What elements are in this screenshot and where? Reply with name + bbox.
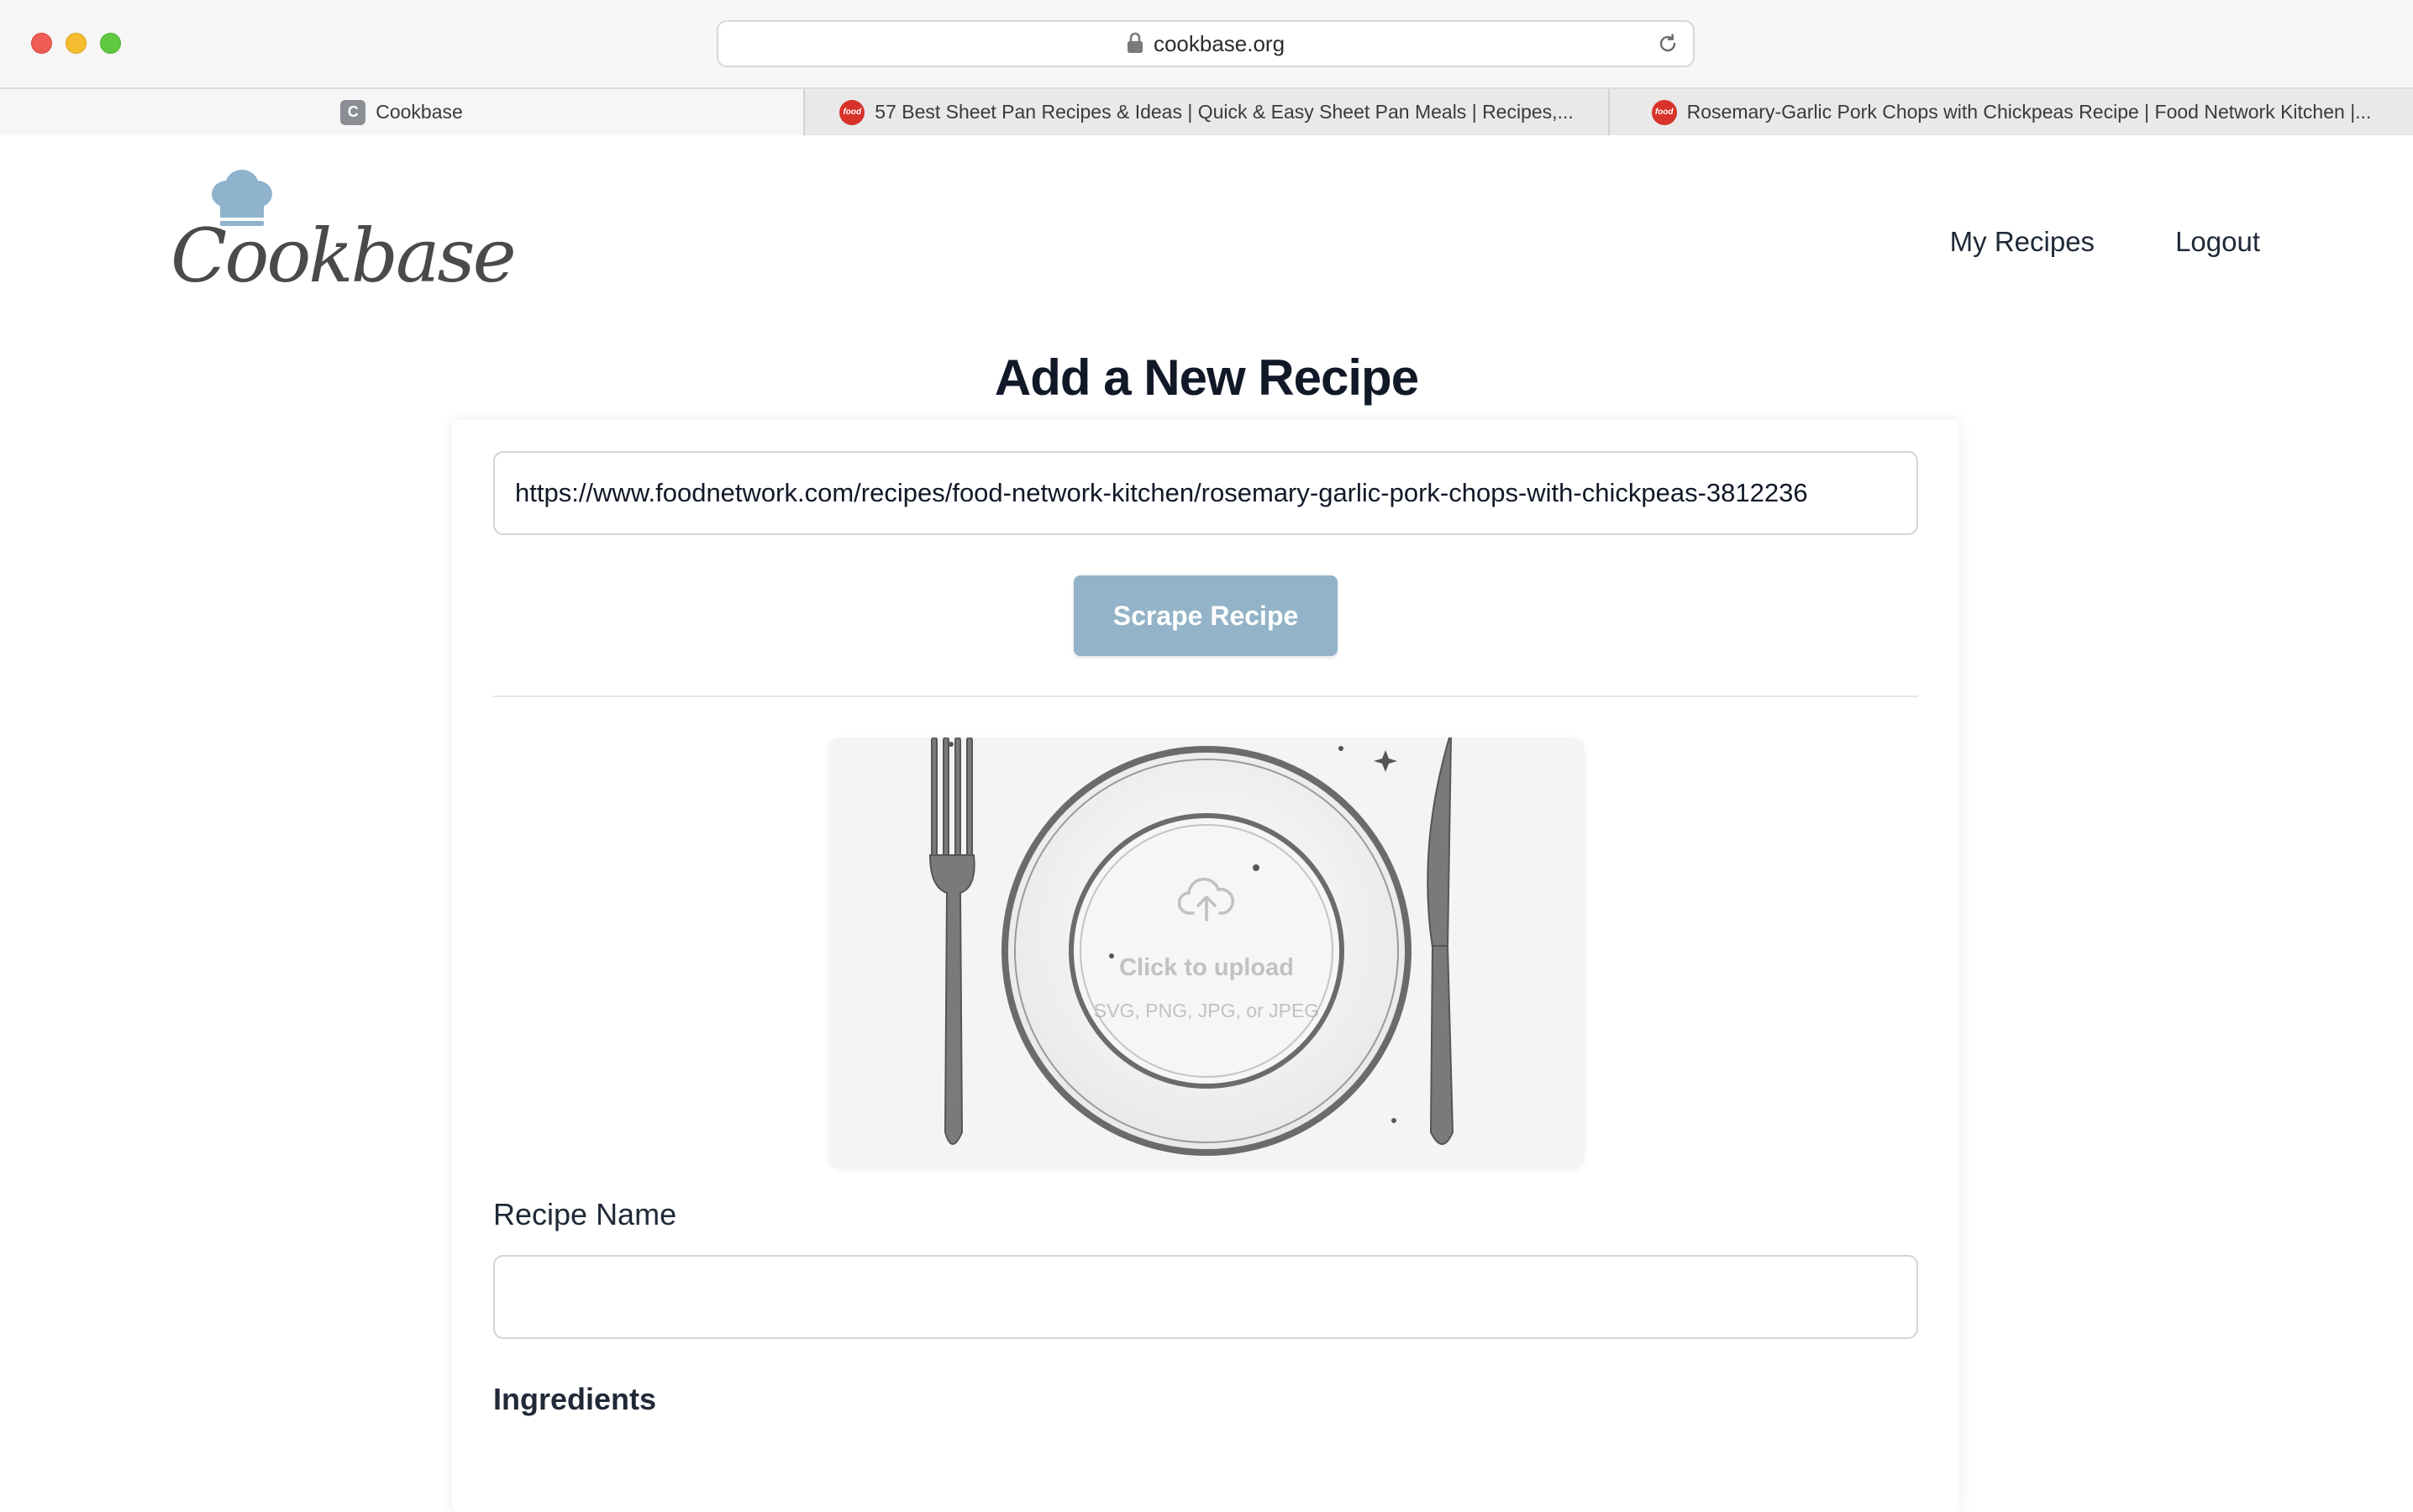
divider (493, 696, 1918, 697)
address-bar[interactable]: cookbase.org (717, 20, 1695, 67)
recipe-form-card: Scrape Recipe (452, 420, 1959, 1512)
upload-title: Click to upload (1119, 954, 1294, 981)
food-network-favicon-icon: food (1651, 99, 1677, 125)
ingredients-heading: Ingredients (493, 1382, 657, 1416)
image-upload-dropzone[interactable]: Click to upload SVG, PNG, JPG, or JPEG (829, 738, 1584, 1168)
address-text: cookbase.org (1153, 30, 1285, 56)
plate-and-cutlery-illustration (928, 738, 1454, 1156)
cookbase-favicon-icon: C (340, 99, 366, 125)
logo-wordmark: Cookbase (171, 213, 517, 299)
site-header: Cookbase My Recipes Logout (0, 135, 2413, 328)
tab-bar: C Cookbase food 57 Best Sheet Pan Recipe… (0, 87, 2413, 135)
recipe-name-label: Recipe Name (493, 1197, 677, 1231)
window-controls (31, 33, 121, 54)
tab-label: Rosemary-Garlic Pork Chops with Chickpea… (1686, 101, 2372, 123)
upload-file-types: SVG, PNG, JPG, or JPEG (1093, 1000, 1320, 1021)
tab-label: Cookbase (376, 101, 463, 123)
minimize-window-button[interactable] (66, 33, 87, 54)
cloud-upload-icon (1178, 877, 1234, 921)
tab-cookbase[interactable]: C Cookbase (0, 89, 803, 135)
close-window-button[interactable] (31, 33, 52, 54)
tab-pork-chops-recipe[interactable]: food Rosemary-Garlic Pork Chops with Chi… (1608, 89, 2413, 135)
main-nav: My Recipes Logout (1950, 226, 2260, 258)
tab-sheet-pan-recipes[interactable]: food 57 Best Sheet Pan Recipes & Ideas |… (803, 89, 1608, 135)
reload-icon[interactable] (1656, 32, 1680, 55)
cookbase-logo[interactable]: Cookbase (171, 169, 517, 299)
logout-link[interactable]: Logout (2175, 226, 2260, 258)
tab-label: 57 Best Sheet Pan Recipes & Ideas | Quic… (875, 101, 1574, 123)
recipe-url-input[interactable] (493, 451, 1918, 535)
recipe-name-input[interactable] (493, 1255, 1918, 1339)
food-network-favicon-icon: food (839, 99, 865, 125)
page-title: Add a New Recipe (994, 349, 1419, 406)
browser-chrome: cookbase.org C Cookbase food 57 Best She… (0, 0, 2413, 135)
maximize-window-button[interactable] (100, 33, 121, 54)
scrape-recipe-button[interactable]: Scrape Recipe (1074, 575, 1338, 656)
lock-icon (1127, 32, 1143, 53)
my-recipes-link[interactable]: My Recipes (1950, 226, 2095, 258)
